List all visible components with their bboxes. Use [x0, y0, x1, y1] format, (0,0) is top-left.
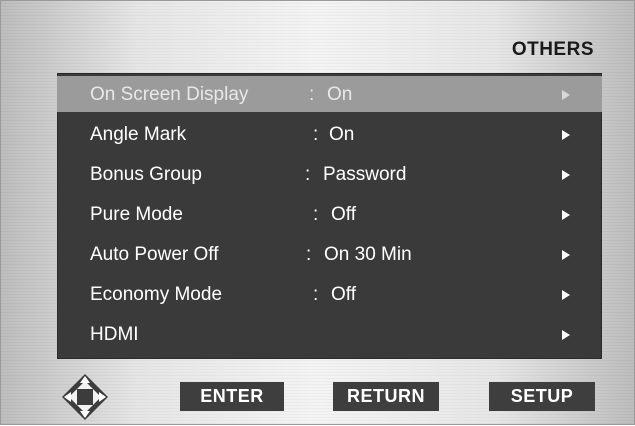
osd-screen: OTHERS On Screen Display : On Angle Mark…	[0, 0, 635, 425]
menu-item-auto-power-off[interactable]: Auto Power Off : On 30 Min	[57, 236, 602, 272]
menu-item-label: HDMI	[90, 324, 139, 345]
enter-button[interactable]: ENTER	[180, 382, 284, 411]
menu-item-economy-mode[interactable]: Economy Mode : Off	[57, 276, 602, 312]
chevron-right-icon	[562, 250, 570, 260]
menu-item-pure-mode[interactable]: Pure Mode : Off	[57, 196, 602, 232]
menu-item-angle-mark[interactable]: Angle Mark : On	[57, 116, 602, 152]
menu-item-colon: :	[309, 84, 315, 105]
menu-item-label: Economy Mode	[90, 284, 223, 305]
chevron-right-icon	[562, 130, 570, 140]
menu-item-on-screen-display[interactable]: On Screen Display : On	[57, 76, 602, 112]
return-button[interactable]: RETURN	[333, 382, 439, 411]
menu-item-colon: :	[313, 124, 319, 145]
chevron-right-icon	[562, 290, 570, 300]
menu-panel: On Screen Display : On Angle Mark : On B…	[57, 73, 602, 359]
menu-item-value: On 30 Min	[324, 244, 412, 265]
menu-item-label: Bonus Group	[90, 164, 202, 185]
chevron-right-icon	[562, 210, 570, 220]
chevron-right-icon	[562, 330, 570, 340]
chevron-right-icon	[562, 170, 570, 180]
menu-item-label: On Screen Display	[90, 84, 249, 105]
direction-pad-icon	[61, 373, 109, 421]
menu-item-value: On	[327, 84, 353, 105]
chevron-right-icon	[562, 90, 570, 100]
menu-item-label: Pure Mode	[90, 204, 183, 225]
menu-item-value: On	[329, 124, 355, 145]
menu-item-bonus-group[interactable]: Bonus Group : Password	[57, 156, 602, 192]
menu-item-hdmi[interactable]: HDMI	[57, 316, 602, 352]
menu-item-colon: :	[313, 204, 319, 225]
menu-item-colon: :	[306, 244, 312, 265]
page-title: OTHERS	[511, 39, 594, 60]
setup-button[interactable]: SETUP	[489, 382, 595, 411]
menu-item-colon: :	[313, 284, 319, 305]
menu-item-label: Angle Mark	[90, 124, 187, 145]
menu-item-colon: :	[305, 164, 311, 185]
menu-item-value: Off	[331, 284, 356, 305]
menu-item-value: Off	[331, 204, 356, 225]
menu-item-label: Auto Power Off	[90, 244, 219, 265]
menu-item-value: Password	[323, 164, 407, 185]
